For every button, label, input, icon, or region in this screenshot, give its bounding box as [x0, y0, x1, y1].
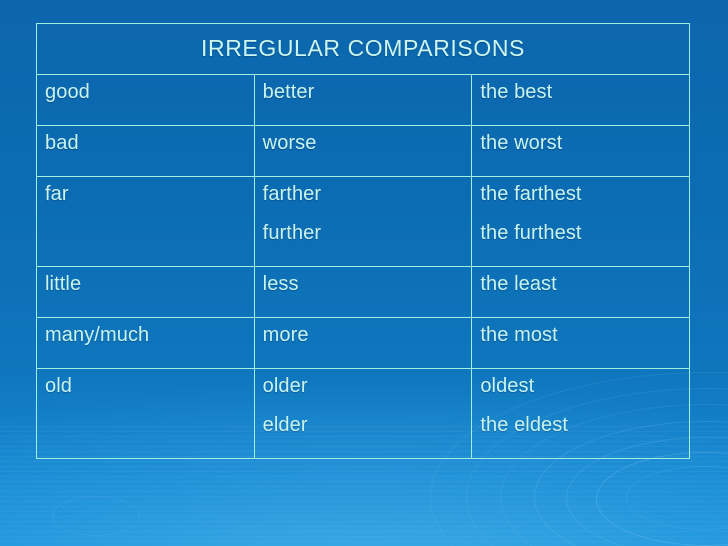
cell-comparative: older elder: [253, 368, 473, 459]
cell-superlative: the farthest the furthest: [471, 176, 690, 267]
table-row: good better the best: [36, 74, 690, 126]
word: the best: [480, 81, 553, 103]
cell-positive: little: [36, 266, 255, 318]
cell-superlative: oldest the eldest: [471, 368, 690, 459]
cell-comparative: better: [253, 74, 473, 126]
cell-positive: many/much: [36, 317, 255, 369]
word: the least: [480, 273, 557, 295]
word: good: [45, 81, 90, 103]
table-title: IRREGULAR COMPARISONS: [36, 23, 690, 75]
word: better: [262, 81, 315, 103]
word: many/much: [45, 324, 150, 346]
table-row: bad worse the worst: [36, 125, 690, 177]
water-ripple-ring-inner: [626, 466, 728, 530]
word: the worst: [480, 132, 563, 154]
word-alt: the furthest: [480, 222, 582, 244]
word: less: [262, 273, 299, 295]
cell-positive: bad: [36, 125, 255, 177]
table-row: many/much more the most: [36, 317, 690, 369]
table-row: far farther further the farthest the fur…: [36, 176, 690, 267]
word: the most: [480, 324, 558, 346]
word: little: [45, 273, 82, 295]
water-ripple-ring-1: [596, 452, 728, 546]
table-title-row: IRREGULAR COMPARISONS: [36, 23, 690, 75]
word: the farthest: [480, 183, 582, 205]
cell-superlative: the most: [471, 317, 690, 369]
cell-comparative: more: [253, 317, 473, 369]
cell-superlative: the least: [471, 266, 690, 318]
word: worse: [262, 132, 317, 154]
cell-comparative: farther further: [253, 176, 473, 267]
cell-comparative: worse: [253, 125, 473, 177]
word: oldest: [480, 375, 535, 397]
table-row: little less the least: [36, 266, 690, 318]
cell-positive: far: [36, 176, 255, 267]
word: far: [45, 183, 69, 205]
table-row: old older elder oldest the eldest: [36, 368, 690, 459]
cell-superlative: the best: [471, 74, 690, 126]
cell-positive: good: [36, 74, 255, 126]
word-alt: further: [262, 222, 322, 244]
cell-superlative: the worst: [471, 125, 690, 177]
slide-canvas: IRREGULAR COMPARISONS good better the be…: [0, 0, 728, 546]
word: older: [262, 375, 308, 397]
word-alt: elder: [262, 414, 308, 436]
cell-positive: old: [36, 368, 255, 459]
word: more: [262, 324, 309, 346]
word: old: [45, 375, 72, 397]
word: bad: [45, 132, 79, 154]
word: farther: [262, 183, 322, 205]
cell-comparative: less: [253, 266, 473, 318]
word-alt: the eldest: [480, 414, 569, 436]
water-ripple-ring-small-left: [52, 496, 140, 536]
irregular-comparisons-table: IRREGULAR COMPARISONS good better the be…: [36, 23, 690, 459]
